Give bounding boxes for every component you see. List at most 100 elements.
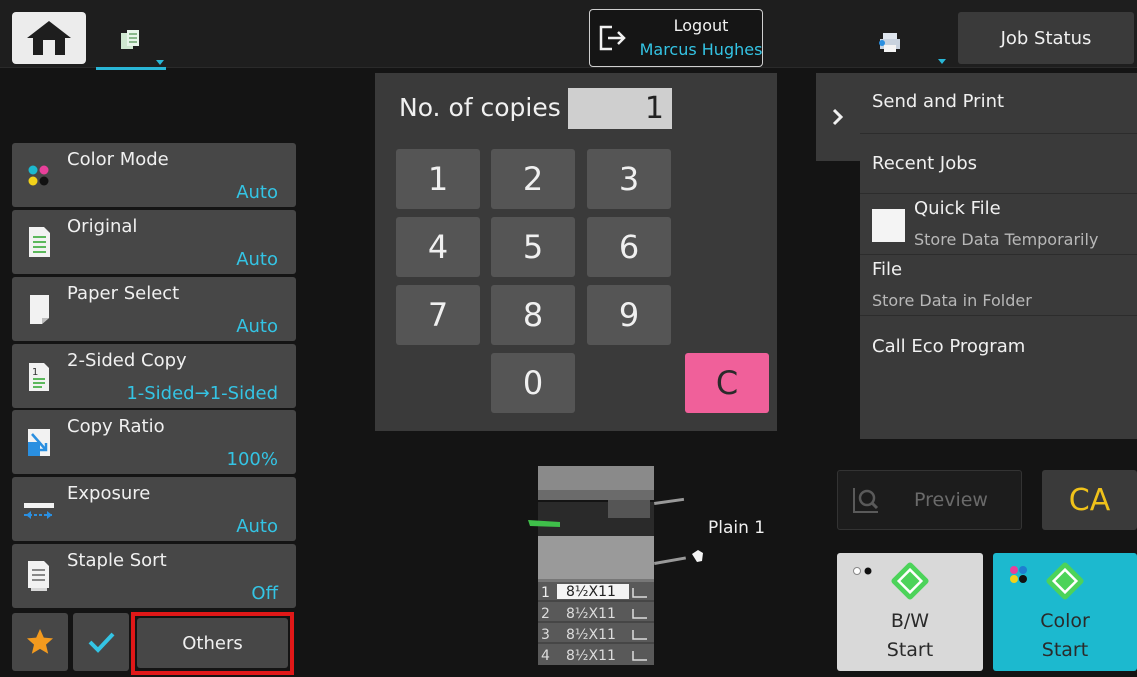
- key-5[interactable]: 5: [491, 217, 575, 277]
- machine-status-image: 1 8½X11 2 8½X11 3 8½X11 4 8½X11: [528, 466, 703, 665]
- staple-sort-icon: [28, 561, 49, 591]
- exposure-button[interactable]: Exposure Auto: [12, 477, 296, 541]
- copy-mode-icon: [121, 29, 139, 49]
- job-status-button[interactable]: Job Status: [958, 12, 1134, 64]
- quick-file-item[interactable]: Quick File Store Data Temporarily: [860, 194, 1137, 255]
- color-start-button[interactable]: Color Start: [993, 553, 1137, 671]
- program-check-button[interactable]: [73, 613, 129, 671]
- favorites-button[interactable]: [12, 613, 68, 671]
- logout-button[interactable]: Logout Marcus Hughes: [589, 9, 763, 67]
- highlight-annotation: [131, 612, 294, 675]
- tray-number: 3: [541, 627, 550, 643]
- star-icon: [27, 629, 53, 654]
- chevron-down-icon: [938, 59, 946, 64]
- tab-printer-status[interactable]: [832, 16, 948, 68]
- duplex-icon: 1: [29, 363, 49, 391]
- paper-icon: [30, 295, 49, 324]
- chevron-right-icon: [832, 108, 844, 126]
- key-8[interactable]: 8: [491, 285, 575, 345]
- clear-all-button[interactable]: CA: [1042, 470, 1137, 530]
- output-tray-label: Plain 1: [708, 518, 766, 538]
- function-title: Staple Sort: [67, 550, 167, 571]
- preview-icon: [853, 488, 879, 513]
- printer-status-icon: [879, 33, 900, 52]
- call-eco-program-item[interactable]: Call Eco Program: [860, 316, 1137, 377]
- function-title: 2-Sided Copy: [67, 350, 187, 371]
- send-and-print-item[interactable]: Send and Print: [860, 73, 1137, 134]
- side-item-label: Quick File: [914, 198, 1001, 219]
- tray-number: 4: [541, 648, 550, 664]
- key-2[interactable]: 2: [491, 149, 575, 209]
- bw-dots-icon: [853, 567, 872, 575]
- function-title: Copy Ratio: [67, 416, 165, 437]
- start-label: Start: [1041, 639, 1089, 661]
- function-value: 100%: [226, 449, 278, 470]
- tray-number: 2: [541, 606, 550, 622]
- tray-size: 8½X11: [566, 606, 616, 622]
- file-item[interactable]: File Store Data in Folder: [860, 255, 1137, 316]
- function-value: Auto: [236, 316, 278, 337]
- paper-select-button[interactable]: Paper Select Auto: [12, 277, 296, 341]
- key-1[interactable]: 1: [396, 149, 480, 209]
- tray-size: 8½X11: [566, 627, 616, 643]
- logout-label: Logout: [673, 16, 729, 35]
- start-label: B/W: [890, 610, 930, 632]
- function-title: Original: [67, 216, 138, 237]
- side-item-label: Call Eco Program: [872, 336, 1026, 357]
- function-value: Auto: [236, 249, 278, 270]
- logged-in-user: Marcus Hughes: [639, 40, 763, 59]
- color-dots-icon: [1010, 566, 1027, 583]
- function-value: Auto: [236, 516, 278, 537]
- key-6[interactable]: 6: [587, 217, 671, 277]
- clear-key[interactable]: C: [685, 353, 769, 413]
- recent-jobs-item[interactable]: Recent Jobs: [860, 134, 1137, 194]
- exposure-icon: [24, 503, 54, 519]
- tray-size: 8½X11: [566, 584, 616, 600]
- keypad-panel: No. of copies 1 1 2 3 4 5 6 7 8 9 0 C: [375, 73, 777, 431]
- tray-size: 8½X11: [566, 648, 616, 664]
- side-item-label: File: [872, 259, 903, 280]
- function-title: Paper Select: [67, 283, 180, 304]
- preview-button[interactable]: Preview: [837, 470, 1022, 530]
- key-7[interactable]: 7: [396, 285, 480, 345]
- logout-icon: [599, 25, 626, 51]
- side-item-sublabel: Store Data in Folder: [872, 291, 1032, 310]
- side-menu-toggle[interactable]: [816, 73, 860, 161]
- side-item-label: Recent Jobs: [872, 153, 978, 174]
- key-3[interactable]: 3: [587, 149, 671, 209]
- action-panel: Send and Print Recent Jobs Quick File St…: [860, 73, 1137, 439]
- function-value: Off: [251, 583, 278, 604]
- preview-label: Preview: [914, 489, 988, 511]
- start-icon: [1046, 562, 1084, 600]
- chevron-down-icon: [156, 60, 164, 65]
- two-sided-copy-button[interactable]: 1 2-Sided Copy 1-Sided→1-Sided: [12, 344, 296, 408]
- original-icon: [29, 227, 50, 257]
- color-mode-button[interactable]: Color Mode Auto: [12, 143, 296, 207]
- quick-file-checkbox[interactable]: [872, 209, 905, 242]
- function-value: 1-Sided→1-Sided: [126, 383, 278, 404]
- ratio-icon: [28, 429, 50, 456]
- staple-sort-button[interactable]: Staple Sort Off: [12, 544, 296, 608]
- tray-number: 1: [541, 585, 550, 601]
- start-label: Start: [886, 639, 934, 661]
- home-icon: [27, 21, 71, 55]
- start-label: Color: [1040, 610, 1090, 632]
- start-icon: [891, 562, 929, 600]
- bw-start-button[interactable]: B/W Start: [837, 553, 983, 671]
- side-item-sublabel: Store Data Temporarily: [914, 230, 1099, 249]
- function-value: Auto: [236, 182, 278, 203]
- home-button[interactable]: [12, 12, 86, 64]
- checkmark-icon: [88, 632, 115, 653]
- key-0[interactable]: 0: [491, 353, 575, 413]
- copies-input[interactable]: 1: [568, 88, 672, 129]
- color-mode-icon: [28, 165, 49, 186]
- function-title: Color Mode: [67, 149, 169, 170]
- copies-label: No. of copies: [399, 93, 561, 122]
- copy-ratio-button[interactable]: Copy Ratio 100%: [12, 410, 296, 474]
- tab-copy[interactable]: [96, 12, 166, 70]
- key-4[interactable]: 4: [396, 217, 480, 277]
- original-button[interactable]: Original Auto: [12, 210, 296, 274]
- key-9[interactable]: 9: [587, 285, 671, 345]
- svg-text:1: 1: [32, 367, 38, 378]
- function-title: Exposure: [67, 483, 151, 504]
